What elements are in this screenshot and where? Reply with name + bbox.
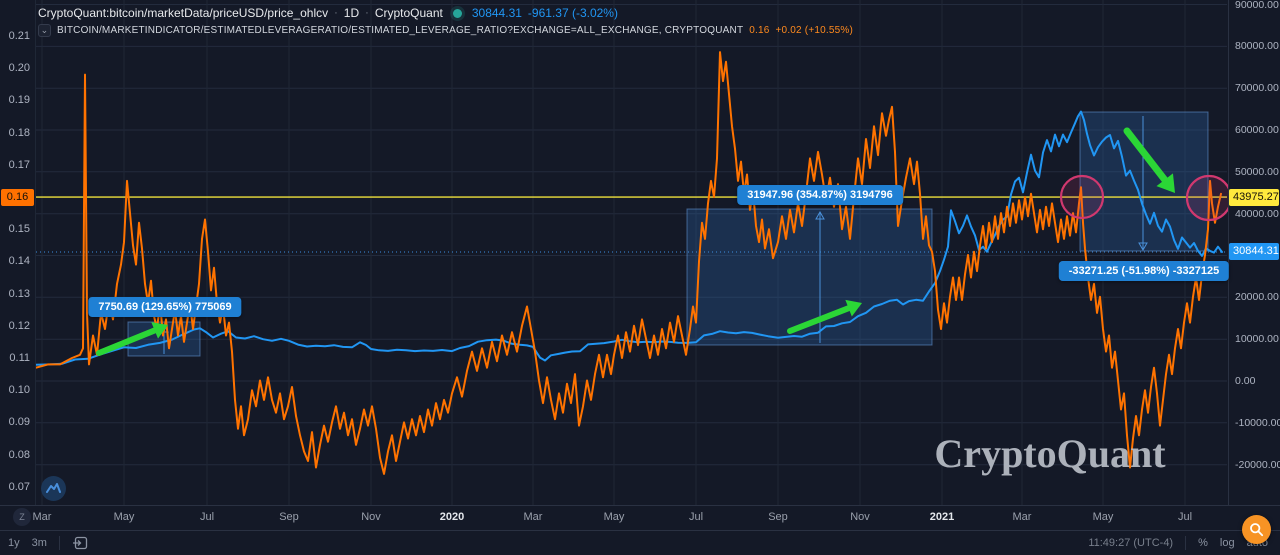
right-axis-tick: -20000.00: [1235, 459, 1280, 471]
z-badge[interactable]: Z: [13, 508, 31, 526]
separator-dot: ·: [365, 7, 369, 19]
series-status-icon: [452, 8, 462, 18]
right-axis-tick: 90000.00: [1235, 0, 1279, 11]
left-axis-tick: 0.10: [8, 384, 30, 396]
left-axis-tick: 0.18: [8, 127, 30, 139]
right-axis-tick: 50000.00: [1235, 166, 1279, 178]
left-axis-tick: 0.20: [8, 62, 30, 74]
provider-label: CryptoQuant: [374, 6, 443, 20]
left-axis-tick: 0.12: [8, 320, 30, 332]
left-axis-tick: 0.08: [8, 449, 30, 461]
time-axis-tick: May: [113, 511, 135, 523]
leverage-line-series[interactable]: [35, 51, 1222, 475]
right-axis-tick: -10000.00: [1235, 417, 1280, 429]
time-axis-tick: Sep: [768, 511, 788, 523]
interval-label[interactable]: 1D: [344, 6, 359, 20]
time-axis-tick: Mar: [32, 511, 52, 523]
toolbar-divider: [58, 536, 60, 550]
measure-label: -33271.25 (-51.98%) -3327125: [1058, 261, 1230, 281]
range-button-1y[interactable]: 1y: [8, 537, 20, 549]
time-axis-tick: Mar: [1012, 511, 1032, 523]
alert-level-badge: 43975.27: [1229, 189, 1279, 206]
left-price-scale[interactable]: 0.21 0.20 0.19 0.18 0.17 0.15 0.14 0.13 0.12 0.11…: [0, 0, 36, 505]
range-button-3m[interactable]: 3m: [32, 537, 47, 549]
right-axis-tick: 70000.00: [1235, 82, 1279, 94]
leverage-last-badge: 0.16: [1, 189, 34, 206]
time-axis-tick: Jul: [199, 511, 215, 523]
left-axis-tick: 0.13: [8, 288, 30, 300]
measure-boxes[interactable]: [127, 111, 1209, 357]
time-axis-tick: Mar: [523, 511, 543, 523]
legend: CryptoQuant:bitcoin/marketData/priceUSD/…: [38, 6, 853, 37]
time-axis-tick: Jul: [1177, 511, 1193, 523]
right-axis-tick: 0.00: [1235, 375, 1256, 387]
leverage-last-value: 0.16: [749, 25, 770, 36]
time-axis-tick: May: [1092, 511, 1114, 523]
bottom-toolbar: 1y 3m 11:49:27 (UTC-4) % log auto: [0, 530, 1280, 555]
percent-scale-button[interactable]: %: [1198, 537, 1208, 549]
chart-window: CryptoQuant:bitcoin/marketData/priceUSD/…: [0, 0, 1280, 555]
leverage-change-value: +0.02 (+10.55%): [775, 25, 854, 36]
left-axis-tick: 0.19: [8, 94, 30, 106]
chevron-down-icon[interactable]: ⌄: [38, 24, 51, 37]
go-to-date-icon[interactable]: [72, 536, 88, 550]
time-scale[interactable]: Mar May Jul Sep Nov 2020 Mar May Jul Sep Nov 2021 Ma…: [0, 505, 1280, 530]
green-arrow-drawings[interactable]: [96, 127, 1175, 356]
toolbar-divider: [1185, 536, 1187, 550]
measure-label: 7750.69 (129.65%) 775069: [88, 297, 242, 317]
right-axis-tick: 80000.00: [1235, 40, 1279, 52]
right-axis-tick: 20000.00: [1235, 291, 1279, 303]
left-axis-tick: 0.15: [8, 223, 30, 235]
cryptoquant-watermark: CryptoQuant: [934, 431, 1166, 476]
time-axis-tick: 2021: [929, 511, 955, 523]
clock-display[interactable]: 11:49:27 (UTC-4): [1088, 537, 1173, 549]
time-axis-tick: Nov: [361, 511, 381, 523]
price-change-value: -961.37 (-3.02%): [527, 6, 618, 20]
time-axis-tick: 2020: [439, 511, 465, 523]
left-axis-tick: 0.07: [8, 481, 30, 493]
right-axis-tick: 10000.00: [1235, 333, 1279, 345]
measure-label: 31947.96 (354.87%) 3194796: [737, 185, 903, 205]
time-axis-tick: Nov: [850, 511, 870, 523]
cryptoquant-logo-icon: [41, 476, 66, 501]
time-axis-tick: Jul: [688, 511, 704, 523]
time-axis-tick: May: [603, 511, 625, 523]
log-scale-button[interactable]: log: [1220, 537, 1235, 549]
left-axis-tick: 0.14: [8, 255, 30, 267]
price-line-series[interactable]: [35, 110, 1223, 366]
right-axis-tick: 40000.00: [1235, 208, 1279, 220]
search-button[interactable]: [1242, 515, 1271, 544]
legend-row-price-series[interactable]: CryptoQuant:bitcoin/marketData/priceUSD/…: [38, 6, 853, 20]
price-last-badge: 30844.31: [1229, 243, 1279, 260]
time-axis-tick: Sep: [279, 511, 299, 523]
right-axis-tick: 60000.00: [1235, 124, 1279, 136]
separator-dot: ·: [334, 7, 338, 19]
symbol-title[interactable]: CryptoQuant:bitcoin/marketData/priceUSD/…: [38, 6, 328, 20]
left-axis-tick: 0.11: [9, 352, 30, 364]
magnifier-icon: [1250, 523, 1264, 537]
leverage-series-title[interactable]: BITCOIN/MARKETINDICATOR/ESTIMATEDLEVERAG…: [57, 25, 743, 36]
price-last-value: 30844.31: [471, 6, 522, 20]
legend-row-leverage-series[interactable]: ⌄ BITCOIN/MARKETINDICATOR/ESTIMATEDLEVER…: [38, 24, 853, 37]
left-axis-tick: 0.17: [8, 159, 30, 171]
left-axis-tick: 0.21: [8, 30, 30, 42]
left-axis-tick: 0.09: [8, 416, 30, 428]
